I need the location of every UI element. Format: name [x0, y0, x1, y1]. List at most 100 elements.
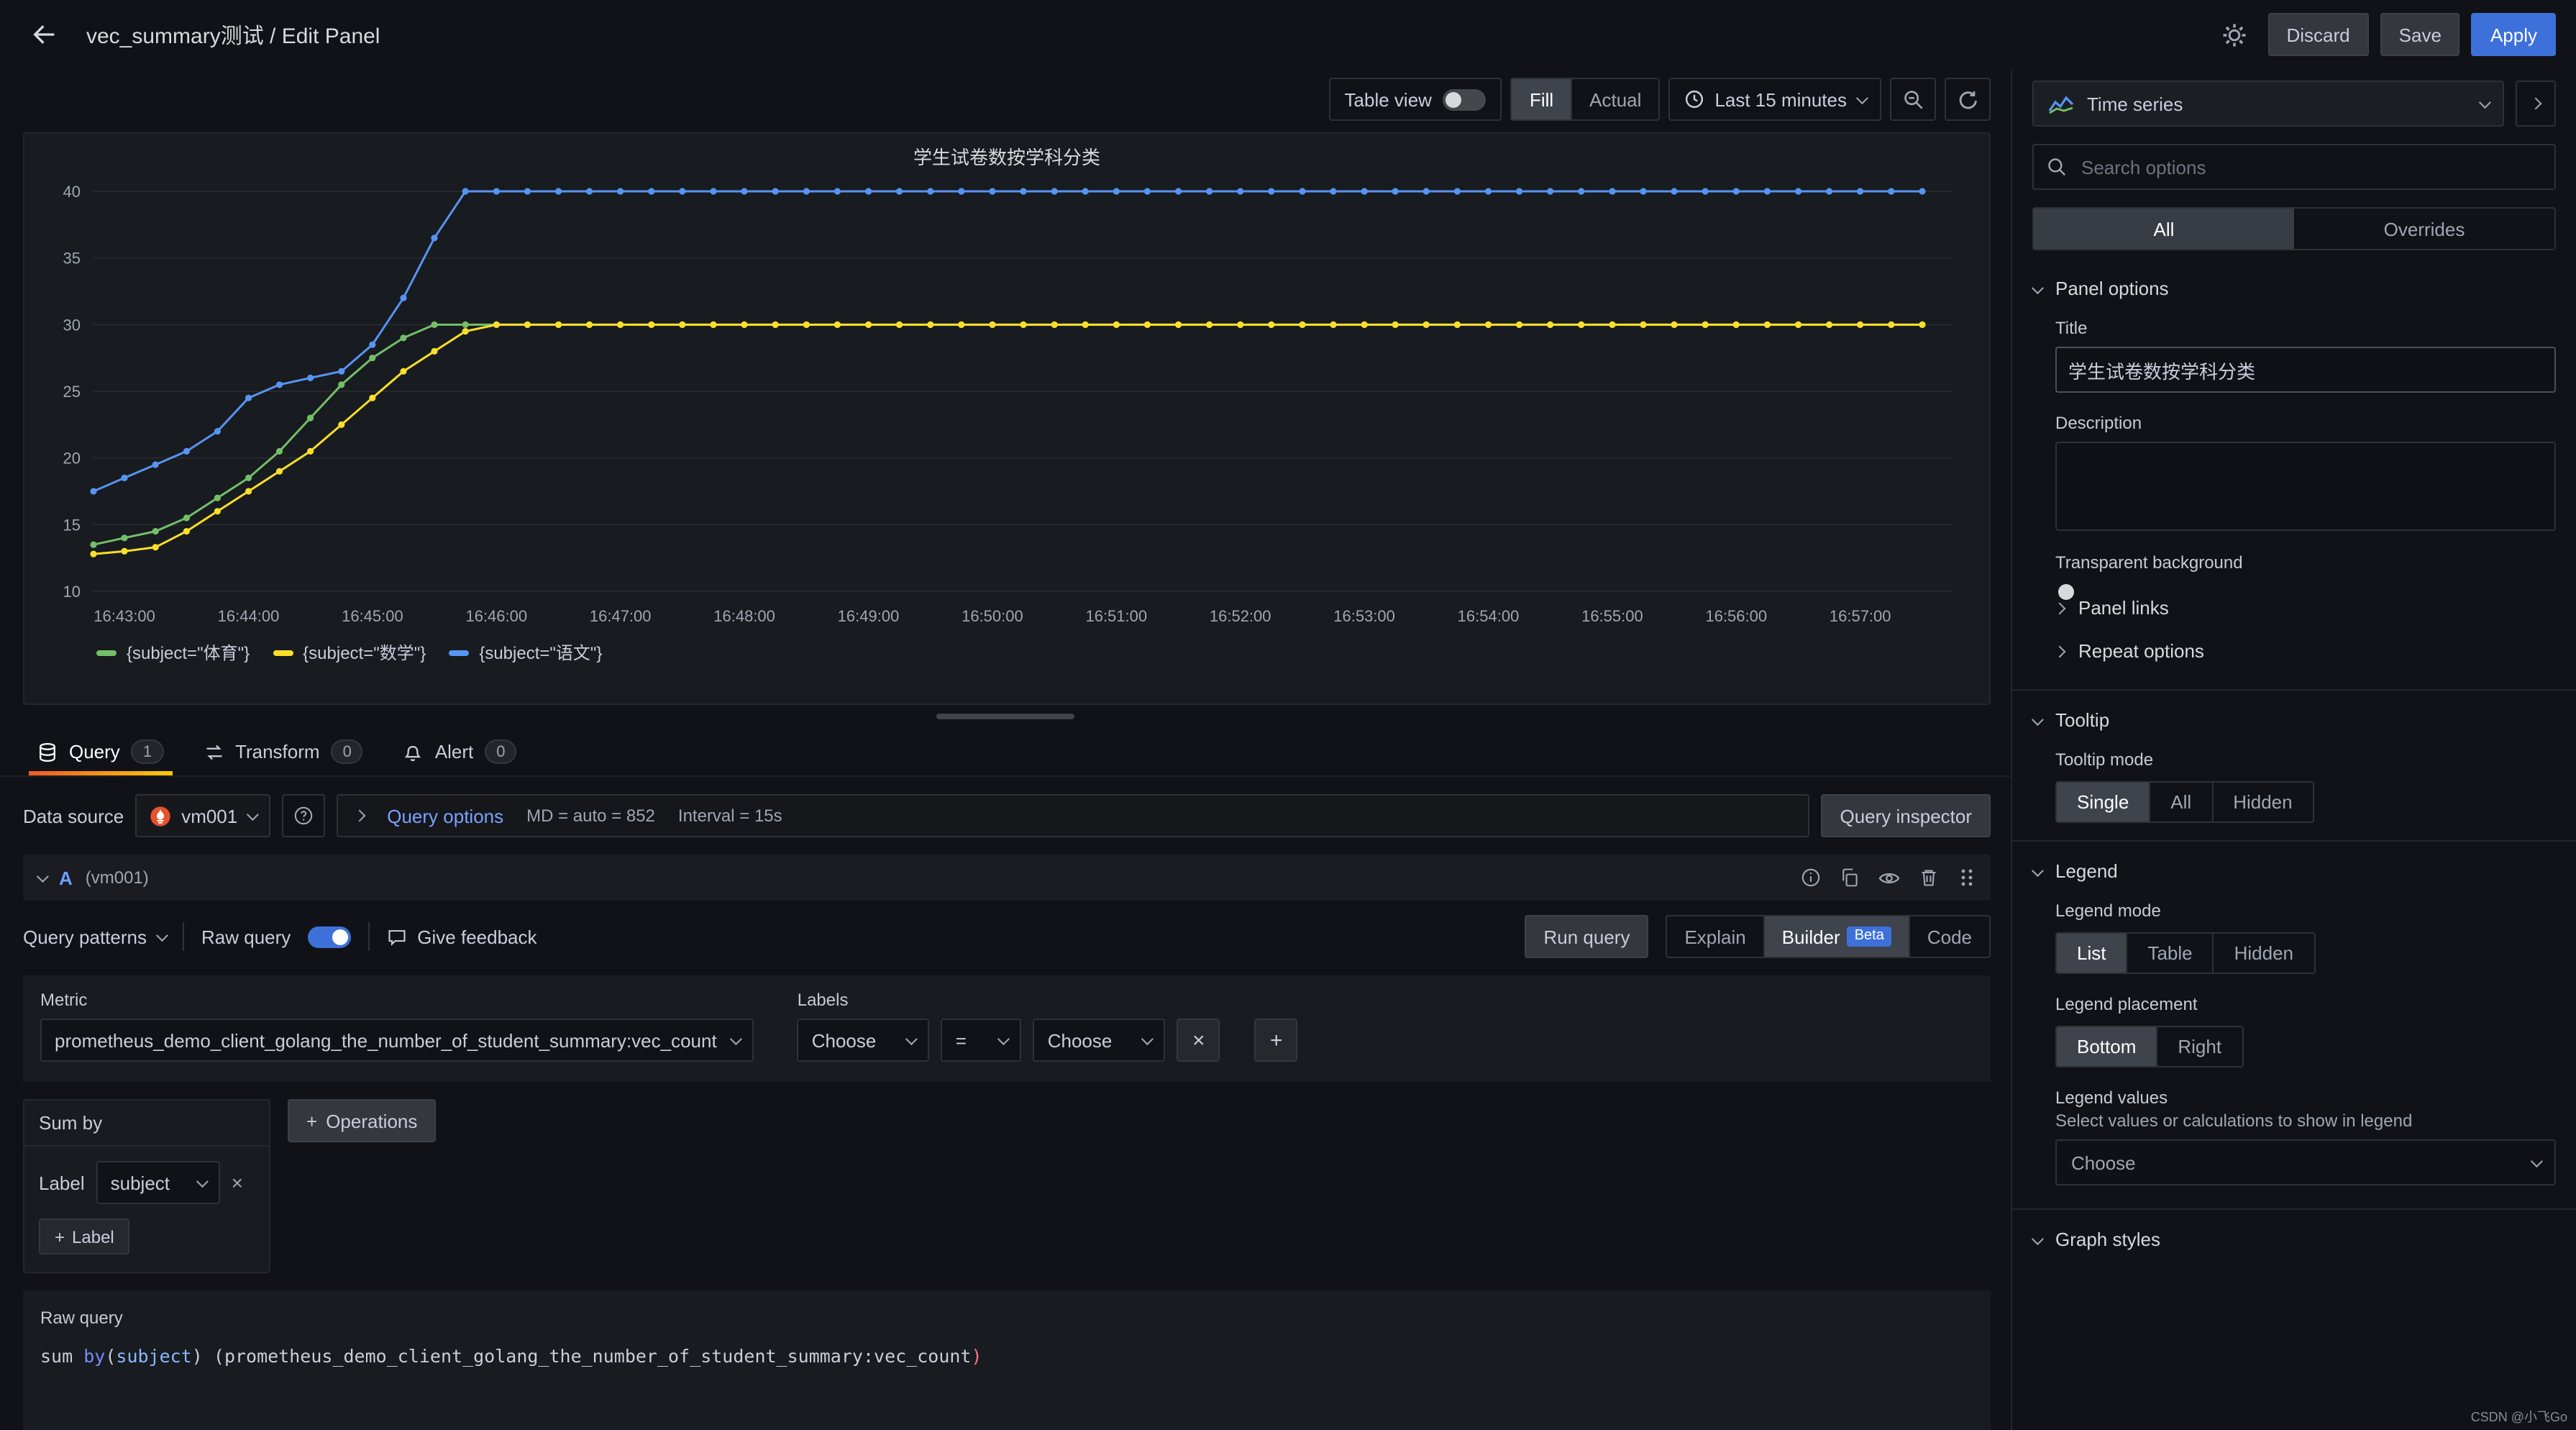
- editor-mode-explain[interactable]: Explain: [1667, 916, 1764, 957]
- datasource-picker[interactable]: vm001: [135, 794, 270, 837]
- collapse-chevron-icon[interactable]: [37, 870, 49, 883]
- svg-text:35: 35: [63, 250, 81, 268]
- legend-item[interactable]: {subject="体育"}: [96, 640, 250, 665]
- operation-name[interactable]: Sum by: [24, 1101, 269, 1147]
- query-patterns-dropdown[interactable]: Query patterns: [23, 926, 165, 947]
- actual-option[interactable]: Actual: [1572, 79, 1658, 119]
- panel-resize-handle[interactable]: [936, 714, 1074, 719]
- back-icon[interactable]: [23, 13, 66, 56]
- label-value-select[interactable]: Choose: [1033, 1019, 1166, 1062]
- section-panel-links[interactable]: Panel links: [2012, 581, 2576, 634]
- question-circle-icon: [293, 806, 314, 826]
- search-options-box: [2032, 144, 2556, 190]
- metric-field: Metric prometheus_demo_client_golang_the…: [40, 990, 754, 1062]
- give-feedback-link[interactable]: Give feedback: [387, 926, 536, 947]
- save-button[interactable]: Save: [2380, 13, 2460, 56]
- apply-button[interactable]: Apply: [2472, 13, 2556, 56]
- filter-all[interactable]: All: [2034, 209, 2294, 249]
- database-icon: [37, 742, 58, 762]
- info-circle-icon[interactable]: [1801, 867, 1821, 888]
- tooltip-mode-single[interactable]: Single: [2057, 783, 2150, 821]
- add-label-button[interactable]: + Label: [39, 1219, 130, 1254]
- section-graph-styles[interactable]: Graph styles: [2012, 1210, 2576, 1263]
- fill-option[interactable]: Fill: [1512, 79, 1572, 119]
- time-range-picker[interactable]: Last 15 minutes: [1668, 78, 1881, 121]
- sum-by-label-select[interactable]: subject: [96, 1161, 220, 1204]
- editor-mode-code[interactable]: Code: [1910, 916, 1989, 957]
- panel-description-textarea[interactable]: [2055, 442, 2556, 531]
- legend-label: {subject="体育"}: [127, 640, 250, 665]
- tooltip-mode-all[interactable]: All: [2150, 783, 2213, 821]
- query-inspector-button[interactable]: Query inspector: [1821, 794, 1991, 837]
- title-label: Title: [2055, 318, 2556, 338]
- time-range-label: Last 15 minutes: [1714, 88, 1847, 110]
- run-query-button[interactable]: Run query: [1525, 915, 1649, 958]
- table-view-group: Table view: [1329, 78, 1502, 121]
- drag-handle-icon[interactable]: [1958, 867, 1976, 888]
- datasource-help-button[interactable]: [282, 794, 325, 837]
- remove-label-filter-button[interactable]: ×: [1177, 1019, 1220, 1062]
- section-tooltip[interactable]: Tooltip: [2012, 691, 2576, 744]
- search-options-input[interactable]: [2078, 155, 2541, 179]
- legend-mode-group: List Table Hidden: [2055, 932, 2315, 974]
- editor-mode-builder[interactable]: Builder Beta: [1765, 916, 1910, 957]
- section-panel-options[interactable]: Panel options: [2012, 259, 2576, 312]
- legend-item[interactable]: {subject="数学"}: [273, 640, 426, 665]
- visualization-type: Time series: [2087, 93, 2183, 114]
- legend-placement-bottom[interactable]: Bottom: [2057, 1027, 2157, 1066]
- svg-text:16:54:00: 16:54:00: [1458, 607, 1520, 625]
- operations-button[interactable]: + Operations: [288, 1099, 436, 1142]
- tab-alert[interactable]: Alert 0: [389, 728, 531, 775]
- refresh-button[interactable]: [1945, 78, 1991, 121]
- panel-title-input[interactable]: [2055, 347, 2556, 393]
- svg-text:16:52:00: 16:52:00: [1210, 607, 1271, 625]
- query-options-bar[interactable]: Query options MD = auto = 852 Interval =…: [337, 794, 1809, 837]
- legend-mode-table[interactable]: Table: [2127, 934, 2214, 973]
- zoom-out-button[interactable]: [1890, 78, 1936, 121]
- collapse-pane-button[interactable]: [2516, 81, 2556, 127]
- label-name-select[interactable]: Choose: [798, 1019, 930, 1062]
- query-ref-datasource: (vm001): [86, 867, 149, 888]
- grafana-edit-panel: vec_summary测试 / Edit Panel Discard Save …: [0, 0, 2576, 1430]
- swap-arrows-icon: [204, 742, 224, 762]
- tab-query[interactable]: Query 1: [23, 728, 178, 775]
- remove-label-icon[interactable]: ×: [232, 1171, 243, 1194]
- time-series-chart[interactable]: 1015202530354016:43:0016:44:0016:45:0016…: [45, 177, 1968, 634]
- tooltip-mode-hidden[interactable]: Hidden: [2213, 783, 2312, 821]
- legend-values-hint: Select values or calculations to show in…: [2055, 1111, 2556, 1131]
- chart-legend: {subject="体育"} {subject="数学"} {subject="…: [45, 634, 1969, 665]
- section-label: Panel options: [2055, 278, 2169, 299]
- legend-placement-right[interactable]: Right: [2157, 1027, 2242, 1066]
- section-legend[interactable]: Legend: [2012, 842, 2576, 895]
- options-scroll[interactable]: Panel options Title Description Transpar…: [2012, 259, 2576, 1430]
- legend-item[interactable]: {subject="语文"}: [449, 640, 602, 665]
- raw-query-toggle[interactable]: [308, 926, 351, 947]
- eye-icon[interactable]: [1878, 867, 1900, 888]
- magnifier-minus-icon: [1902, 88, 1924, 110]
- line-chart-icon: [2048, 94, 2074, 113]
- beta-badge: Beta: [1847, 926, 1891, 947]
- operation-body: Label subject × + Label: [24, 1147, 269, 1272]
- metric-select[interactable]: prometheus_demo_client_golang_the_number…: [40, 1019, 754, 1062]
- legend-mode-hidden[interactable]: Hidden: [2214, 934, 2314, 973]
- section-label: Panel links: [2078, 597, 2169, 619]
- editor-mode-segment: Explain Builder Beta Code: [1666, 915, 1991, 958]
- tab-transform[interactable]: Transform 0: [189, 728, 378, 775]
- section-repeat-options[interactable]: Repeat options: [2012, 634, 2576, 678]
- visualization-picker[interactable]: Time series: [2032, 81, 2504, 127]
- legend-mode-list[interactable]: List: [2057, 934, 2127, 973]
- query-ref-id[interactable]: A: [59, 867, 73, 888]
- trash-icon[interactable]: [1919, 867, 1939, 888]
- label-operator-select[interactable]: =: [941, 1019, 1022, 1062]
- copy-icon[interactable]: [1840, 867, 1860, 888]
- legend-values-select[interactable]: Choose: [2055, 1139, 2556, 1185]
- chevron-down-icon: [2479, 96, 2491, 109]
- md-info: MD = auto = 852: [526, 806, 655, 826]
- table-view-toggle[interactable]: [1443, 88, 1486, 110]
- labels-label: Labels: [798, 990, 1298, 1010]
- chevron-down-icon: [2032, 1232, 2044, 1244]
- add-label-filter-button[interactable]: +: [1255, 1019, 1298, 1062]
- filter-overrides[interactable]: Overrides: [2294, 209, 2554, 249]
- discard-button[interactable]: Discard: [2268, 13, 2369, 56]
- settings-button[interactable]: [2214, 13, 2257, 56]
